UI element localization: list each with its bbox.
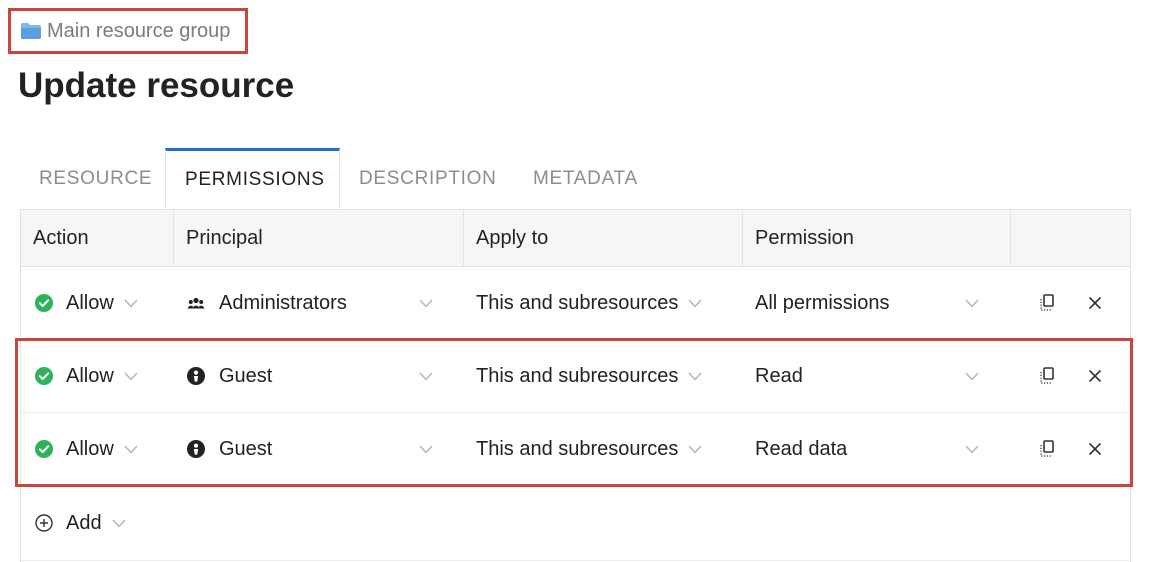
action-value: Allow [66,437,114,460]
header-action: Action [33,226,89,249]
tab-metadata[interactable]: METADATA [514,148,662,209]
plus-circle-icon [35,514,53,532]
add-label: Add [66,511,102,534]
principal-value: Administrators [219,291,347,314]
duplicate-button[interactable] [1038,340,1058,412]
chevron-down-icon [965,372,979,381]
guest-user-icon [187,367,205,385]
check-circle-icon [35,367,53,385]
principal-dropdown[interactable]: Guest [186,413,446,485]
permission-dropdown[interactable]: Read [755,340,985,412]
chevron-down-icon [419,372,433,381]
action-dropdown[interactable]: Allow [35,413,138,485]
principal-value: Guest [219,364,273,387]
permission-dropdown[interactable]: All permissions [755,267,985,339]
header-permission: Permission [742,210,1010,266]
close-icon [1088,296,1102,310]
tab-permissions[interactable]: PERMISSIONS [165,148,340,209]
chevron-down-icon [419,299,433,308]
permission-value: Read data [755,437,848,460]
table-row: Allow Guest This and subresources Read d… [21,413,1130,486]
breadcrumb[interactable]: Main resource group [8,8,248,54]
header-actions [1010,210,1130,266]
close-icon [1088,369,1102,383]
table-header: Action Principal Apply to Permission [21,209,1130,267]
chevron-down-icon [965,445,979,454]
copy-icon [1040,367,1054,384]
copy-icon [1040,440,1054,457]
permission-value: All permissions [755,291,890,314]
table-row: Allow Guest This and subresources Read [21,340,1130,413]
remove-button[interactable] [1085,413,1105,485]
folder-icon [21,23,41,39]
page-title: Update resource [18,66,295,105]
chevron-down-icon [124,299,138,308]
chevron-down-icon [688,372,702,381]
remove-button[interactable] [1085,267,1105,339]
tab-bar: RESOURCE PERMISSIONS DESCRIPTION METADAT… [20,148,662,209]
apply-to-value: This and subresources [476,291,679,314]
permission-value: Read [755,364,803,387]
remove-button[interactable] [1085,340,1105,412]
chevron-down-icon [688,299,702,308]
chevron-down-icon [688,445,702,454]
chevron-down-icon [124,445,138,454]
apply-to-value: This and subresources [476,437,679,460]
apply-to-dropdown[interactable]: This and subresources [476,340,736,412]
duplicate-button[interactable] [1038,267,1058,339]
principal-value: Guest [219,437,273,460]
header-apply-to: Apply to [463,210,742,266]
principal-dropdown[interactable]: Administrators [186,267,446,339]
copy-icon [1040,294,1054,311]
group-icon [187,297,205,309]
breadcrumb-label: Main resource group [47,19,231,42]
table-row: Allow Administrators This and subresourc… [21,267,1130,340]
close-icon [1088,442,1102,456]
check-circle-icon [35,440,53,458]
action-value: Allow [66,291,114,314]
header-principal: Principal [173,210,463,266]
chevron-down-icon [124,372,138,381]
action-dropdown[interactable]: Allow [35,340,138,412]
chevron-down-icon [112,519,126,528]
apply-to-value: This and subresources [476,364,679,387]
permission-dropdown[interactable]: Read data [755,413,985,485]
chevron-down-icon [419,445,433,454]
guest-user-icon [187,440,205,458]
apply-to-dropdown[interactable]: This and subresources [476,267,736,339]
check-circle-icon [35,294,53,312]
principal-dropdown[interactable]: Guest [186,340,446,412]
action-dropdown[interactable]: Allow [35,267,138,339]
action-value: Allow [66,364,114,387]
duplicate-button[interactable] [1038,413,1058,485]
add-button[interactable]: Add [35,486,126,560]
apply-to-dropdown[interactable]: This and subresources [476,413,736,485]
add-row: Add [21,486,1130,561]
chevron-down-icon [965,299,979,308]
tab-description[interactable]: DESCRIPTION [340,148,514,209]
permissions-table: Action Principal Apply to Permission All… [20,209,1131,562]
tab-resource[interactable]: RESOURCE [20,148,165,209]
